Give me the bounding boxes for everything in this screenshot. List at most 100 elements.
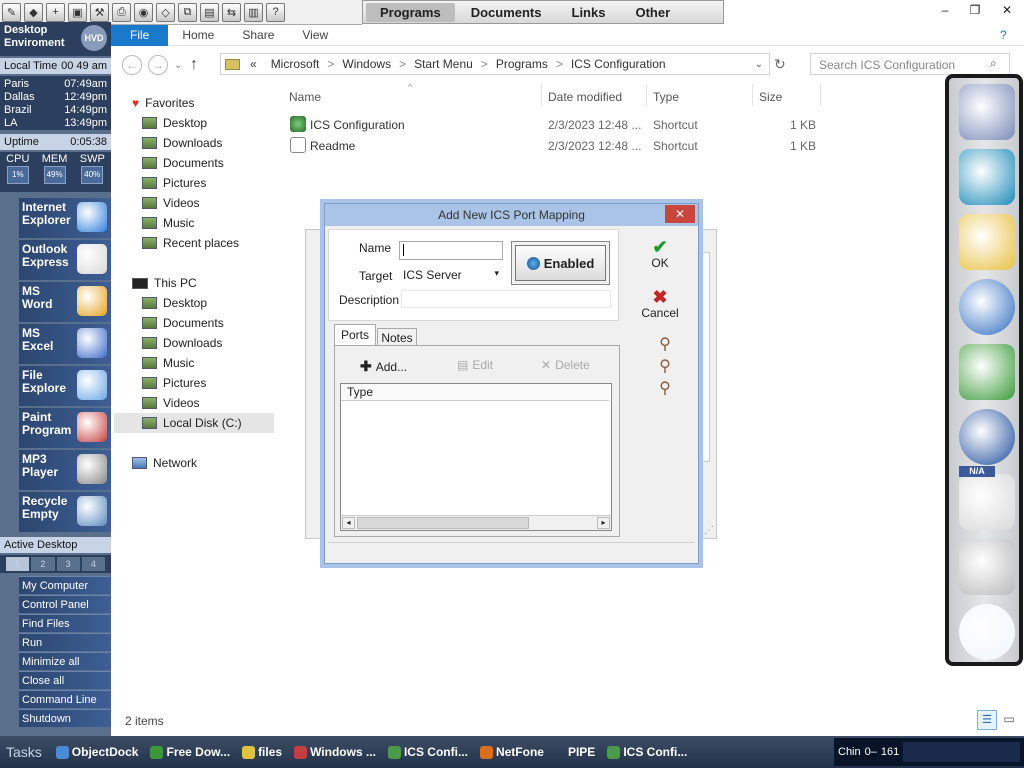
details-view-icon[interactable]: ☰ bbox=[977, 710, 997, 730]
top-menu-programs[interactable]: Programs bbox=[366, 2, 455, 22]
back-arrow-icon[interactable]: ← bbox=[122, 55, 142, 75]
ok-button[interactable]: ✔ OK bbox=[639, 238, 681, 270]
diamond-icon[interactable]: ◇ bbox=[156, 2, 175, 22]
ribbon-tab-file[interactable]: File bbox=[111, 24, 169, 46]
dock-windows-icon[interactable] bbox=[959, 409, 1015, 465]
scroll-left-arrow-icon[interactable]: ◂ bbox=[342, 517, 355, 529]
tab-ports[interactable]: Ports bbox=[334, 324, 376, 346]
breadcrumb-item[interactable]: Microsoft bbox=[264, 57, 327, 71]
nav-item-downloads[interactable]: Downloads bbox=[114, 133, 274, 153]
search-input[interactable]: Search ICS Configuration bbox=[810, 53, 1010, 75]
horizontal-scrollbar[interactable]: ◂ ▸ bbox=[341, 515, 611, 530]
plug-icon[interactable]: ⚲ bbox=[651, 356, 679, 378]
nav-item-videos[interactable]: Videos bbox=[114, 393, 274, 413]
tab-notes[interactable]: Notes bbox=[377, 328, 417, 346]
add-button[interactable]: ✚ Add... bbox=[360, 358, 407, 375]
launcher-mp3[interactable]: MP3 Player bbox=[19, 450, 111, 490]
edit-button[interactable]: ▤ Edit bbox=[457, 358, 493, 372]
top-menu-links[interactable]: Links bbox=[558, 3, 620, 22]
forward-arrow-icon[interactable]: → bbox=[148, 55, 168, 75]
plug-icon[interactable]: ⚲ bbox=[651, 334, 679, 356]
maximize-button[interactable]: ❐ bbox=[960, 0, 990, 22]
dock-globe-icon[interactable] bbox=[959, 279, 1015, 335]
tray-clock[interactable]: 161 bbox=[881, 746, 899, 758]
printer-icon[interactable]: ⎙ bbox=[112, 2, 131, 22]
network-header[interactable]: Network bbox=[114, 453, 274, 473]
launcher-ms[interactable]: MS Word bbox=[19, 282, 111, 322]
launcher-outlook[interactable]: Outlook Express bbox=[19, 240, 111, 280]
launcher-ms[interactable]: MS Excel bbox=[19, 324, 111, 364]
favorites-header[interactable]: ♥ Favorites bbox=[114, 93, 274, 113]
taskbar-item[interactable]: ObjectDock bbox=[50, 739, 145, 765]
nav-item-documents[interactable]: Documents bbox=[114, 153, 274, 173]
up-arrow-icon[interactable]: ↑ bbox=[190, 56, 198, 74]
arrows-icon[interactable]: ⇆ bbox=[222, 2, 241, 22]
ports-list[interactable]: Type ◂ ▸ bbox=[340, 383, 612, 531]
shield-icon[interactable]: ◆ bbox=[24, 2, 43, 22]
pencil-icon[interactable]: ✎ bbox=[2, 2, 21, 22]
column-header-size[interactable]: Size bbox=[759, 90, 782, 104]
enabled-button[interactable]: Enabled bbox=[515, 245, 606, 281]
taskbar-item[interactable]: files bbox=[236, 739, 288, 765]
nav-item-music[interactable]: Music bbox=[114, 213, 274, 233]
tools-icon[interactable]: ⚒ bbox=[90, 2, 109, 22]
column-header-date[interactable]: Date modified bbox=[548, 90, 622, 104]
taskbar-item[interactable]: ICS Confi... bbox=[601, 739, 693, 765]
launcher-internet[interactable]: Internet Explorer bbox=[19, 198, 111, 238]
taskbar-item[interactable]: NetFone bbox=[474, 739, 550, 765]
breadcrumb-item[interactable]: ICS Configuration bbox=[564, 57, 673, 71]
menu-close-all[interactable]: Close all bbox=[19, 671, 111, 689]
nav-item-music[interactable]: Music bbox=[114, 353, 274, 373]
dock-folder-icon[interactable] bbox=[959, 214, 1015, 270]
dock-exit-icon[interactable] bbox=[959, 149, 1015, 205]
book-icon[interactable]: ▥ bbox=[244, 2, 263, 22]
globe-icon[interactable]: ◉ bbox=[134, 2, 153, 22]
column-header-name[interactable]: Name bbox=[289, 90, 321, 104]
desktop-1[interactable]: 1 bbox=[6, 557, 30, 571]
description-input[interactable] bbox=[401, 290, 611, 308]
this-pc-header[interactable]: This PC bbox=[114, 273, 274, 293]
breadcrumb-item[interactable]: Programs bbox=[489, 57, 555, 71]
box-icon[interactable]: ▤ bbox=[200, 2, 219, 22]
ribbon-tab-home[interactable]: Home bbox=[168, 28, 228, 42]
desktop-3[interactable]: 3 bbox=[56, 557, 80, 571]
cancel-button[interactable]: ✖ Cancel bbox=[635, 288, 685, 320]
nav-item-recent-places[interactable]: Recent places bbox=[114, 233, 274, 253]
plug-icon[interactable]: ⚲ bbox=[651, 378, 679, 400]
refresh-icon[interactable]: ↻ bbox=[774, 56, 786, 73]
delete-button[interactable]: ✕ Delete bbox=[541, 358, 590, 372]
close-button[interactable]: ✕ bbox=[990, 0, 1024, 22]
menu-run[interactable]: Run bbox=[19, 633, 111, 651]
taskbar-item[interactable]: ICS Confi... bbox=[382, 739, 474, 765]
tray-language[interactable]: Chin bbox=[838, 746, 861, 758]
menu-control-panel[interactable]: Control Panel bbox=[19, 595, 111, 613]
file-name[interactable]: ICS Configuration bbox=[310, 118, 405, 132]
menu-find-files[interactable]: Find Files bbox=[19, 614, 111, 632]
scroll-right-arrow-icon[interactable]: ▸ bbox=[597, 517, 610, 529]
taskbar-item[interactable]: PIPE bbox=[550, 739, 601, 765]
launcher-recycle[interactable]: Recycle Empty bbox=[19, 492, 111, 532]
dock-trash-icon[interactable] bbox=[959, 539, 1015, 595]
nav-item-local-disk-c-[interactable]: Local Disk (C:) bbox=[114, 413, 274, 433]
plus-icon[interactable]: + bbox=[46, 2, 65, 22]
top-menu-documents[interactable]: Documents bbox=[457, 3, 556, 22]
scrollbar-thumb[interactable] bbox=[357, 517, 529, 529]
copy-icon[interactable]: ⧉ bbox=[178, 2, 197, 22]
desktop-4[interactable]: 4 bbox=[81, 557, 105, 571]
dock-gear-icon[interactable] bbox=[959, 474, 1015, 530]
taskbar-item[interactable]: Free Dow... bbox=[144, 739, 236, 765]
nav-item-downloads[interactable]: Downloads bbox=[114, 333, 274, 353]
address-bar[interactable]: «Microsoft > Windows > Start Menu > Programs > I… bbox=[220, 53, 770, 75]
dialog-close-button[interactable]: ✕ bbox=[665, 205, 695, 223]
breadcrumb-item[interactable]: Windows bbox=[335, 57, 398, 71]
ribbon-tab-view[interactable]: View bbox=[288, 28, 342, 42]
taskbar-item[interactable]: Windows ... bbox=[288, 739, 382, 765]
nav-item-documents[interactable]: Documents bbox=[114, 313, 274, 333]
target-select[interactable]: ICS Server ▾ bbox=[399, 265, 503, 285]
dialog-icon[interactable]: ▣ bbox=[68, 2, 87, 22]
help-icon[interactable]: ? bbox=[1000, 28, 1007, 42]
tray-indicator[interactable]: 0– bbox=[865, 746, 877, 758]
nav-item-pictures[interactable]: Pictures bbox=[114, 173, 274, 193]
history-dropdown-icon[interactable]: ⌄ bbox=[174, 60, 184, 71]
file-name[interactable]: Readme bbox=[310, 139, 355, 153]
